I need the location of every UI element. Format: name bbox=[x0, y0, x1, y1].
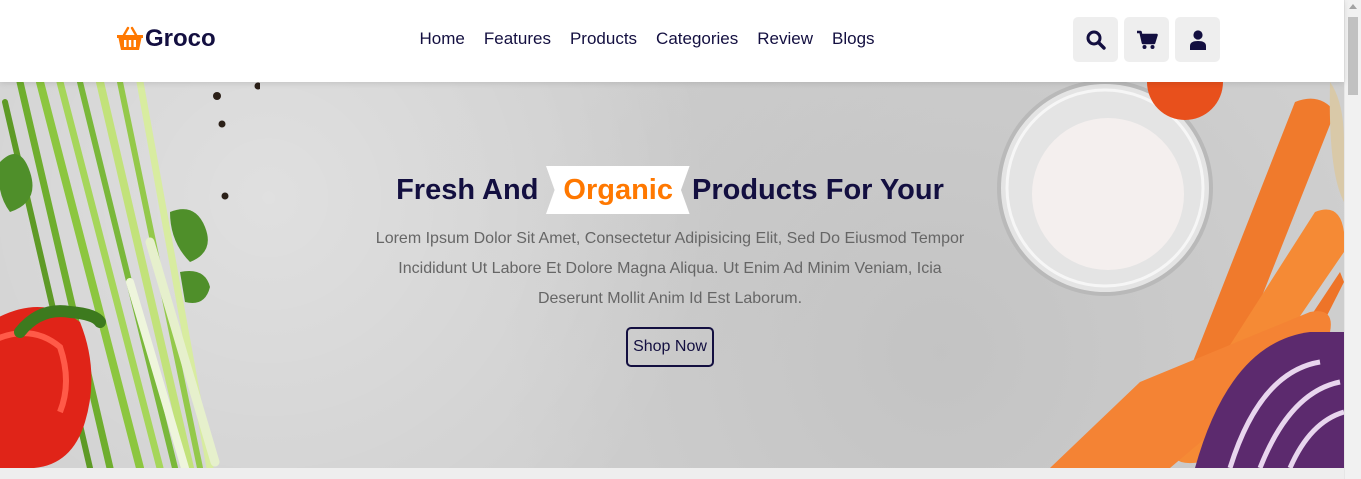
user-button[interactable] bbox=[1175, 17, 1220, 62]
shop-now-button[interactable]: Shop Now bbox=[626, 327, 714, 367]
search-icon bbox=[1086, 30, 1106, 50]
user-icon bbox=[1189, 29, 1206, 50]
salt-bowl-carrots-image bbox=[997, 82, 1344, 468]
highlight-text: Organic bbox=[563, 174, 673, 206]
hero-title: Fresh And Organic Products For Your bbox=[372, 166, 968, 214]
basket-icon bbox=[117, 26, 143, 50]
cart-button[interactable] bbox=[1124, 17, 1169, 62]
logo-text: Groco bbox=[145, 25, 216, 52]
nav-link-home[interactable]: Home bbox=[420, 28, 465, 50]
nav-link-review[interactable]: Review bbox=[757, 28, 813, 50]
scroll-up-arrow-icon[interactable] bbox=[1349, 4, 1357, 9]
nav-link-categories[interactable]: Categories bbox=[656, 28, 738, 50]
search-button[interactable] bbox=[1073, 17, 1118, 62]
nav-link-products[interactable]: Products bbox=[570, 28, 637, 50]
green-onions-pepper-image bbox=[0, 82, 260, 468]
scroll-thumb[interactable] bbox=[1348, 17, 1358, 95]
logo[interactable]: Groco bbox=[116, 24, 216, 54]
cart-icon bbox=[1136, 30, 1158, 49]
header: Groco Home Features Products Categories … bbox=[0, 0, 1344, 82]
hero-description: Lorem Ipsum Dolor Sit Amet, Consectetur … bbox=[375, 230, 965, 307]
nav-link-features[interactable]: Features bbox=[484, 28, 551, 50]
vertical-scrollbar[interactable] bbox=[1344, 0, 1361, 479]
section-divider bbox=[0, 468, 1344, 479]
hero-title-part-1: Fresh And bbox=[396, 174, 539, 206]
hero-banner: Fresh And Organic Products For Your Lore… bbox=[0, 82, 1344, 468]
hero-title-highlight: Organic bbox=[546, 166, 690, 214]
header-icons bbox=[1073, 17, 1220, 62]
page: Groco Home Features Products Categories … bbox=[0, 0, 1361, 479]
main-nav: Home Features Products Categories Review… bbox=[410, 28, 884, 50]
hero-content: Fresh And Organic Products For Your Lore… bbox=[372, 166, 968, 367]
nav-link-blogs[interactable]: Blogs bbox=[832, 28, 875, 50]
hero-title-part-2: Products For Your bbox=[692, 174, 944, 206]
